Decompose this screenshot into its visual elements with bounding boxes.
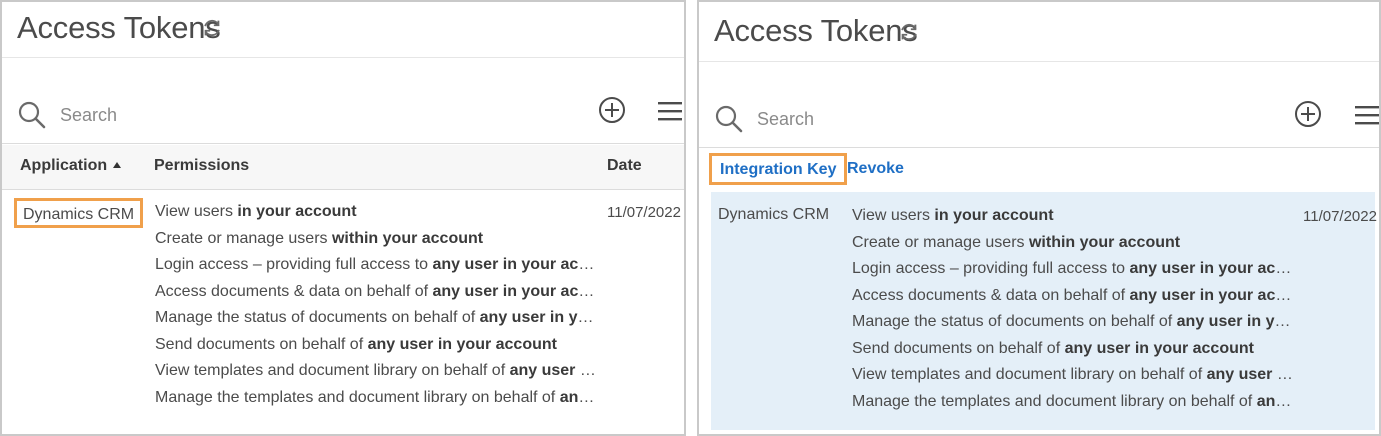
table-header: Application Permissions Date [2, 145, 684, 190]
column-header-date[interactable]: Date [607, 157, 642, 175]
permissions-list: View users in your account Create or man… [155, 199, 600, 411]
permission-item: Manage the templates and document librar… [852, 392, 1295, 410]
panel-header: Access Tokens [699, 2, 1379, 62]
permission-item: Manage the status of documents on behalf… [155, 309, 600, 326]
permission-item: Access documents & data on behalf of any… [155, 282, 600, 300]
permission-item: View users in your account [155, 203, 357, 220]
permission-item: Manage the status of documents on behalf… [852, 313, 1295, 330]
add-icon[interactable] [1294, 100, 1322, 128]
permission-item: Create or manage users within your accou… [155, 229, 484, 247]
application-name[interactable]: Dynamics CRM [718, 206, 829, 224]
sort-ascending-icon [113, 162, 122, 168]
permission-item: Login access – providing full access to … [155, 256, 600, 273]
permission-item: View templates and document library on b… [155, 362, 600, 379]
search-input[interactable] [757, 104, 1177, 134]
permission-item: Create or manage users within your accou… [852, 233, 1181, 251]
permission-item: Send documents on behalf of any user in … [155, 335, 557, 353]
refresh-icon[interactable] [201, 17, 223, 39]
page-title: Access Tokens [714, 13, 918, 48]
permission-item: Manage the templates and document librar… [155, 388, 600, 406]
search-icon [715, 105, 743, 133]
menu-icon[interactable] [1354, 104, 1380, 126]
page-title: Access Tokens [17, 10, 221, 45]
search-input[interactable] [60, 100, 480, 130]
row-action-bar: Integration Key Revoke [699, 148, 1379, 194]
access-tokens-panel-left: Access Tokens Application Permissions [0, 0, 686, 436]
search-icon [18, 101, 46, 129]
search-bar [2, 92, 684, 144]
add-icon[interactable] [598, 96, 626, 124]
permission-item: Login access – providing full access to … [852, 260, 1295, 277]
search-bar [699, 96, 1379, 148]
integration-key-button[interactable]: Integration Key [709, 153, 848, 185]
permission-item: Send documents on behalf of any user in … [852, 339, 1254, 357]
refresh-icon[interactable] [898, 21, 920, 43]
date-value: 11/07/2022 [1303, 208, 1377, 225]
panel-header: Access Tokens [2, 2, 684, 58]
permissions-list: View users in your account Create or man… [852, 203, 1295, 415]
column-header-application[interactable]: Application [20, 157, 122, 175]
table-row-selected[interactable]: Dynamics CRM View users in your account … [711, 192, 1377, 430]
permission-item: Access documents & data on behalf of any… [852, 286, 1295, 304]
date-value: 11/07/2022 [607, 204, 681, 221]
permission-item: View templates and document library on b… [852, 366, 1295, 383]
table-row[interactable]: Dynamics CRM View users in your account … [2, 190, 684, 420]
column-header-permissions[interactable]: Permissions [154, 157, 249, 175]
application-name[interactable]: Dynamics CRM [14, 198, 144, 228]
permission-item: View users in your account [852, 207, 1054, 224]
menu-icon[interactable] [657, 100, 683, 122]
access-tokens-panel-right: Access Tokens Integration Key Revoke D [697, 0, 1381, 436]
revoke-button[interactable]: Revoke [839, 153, 912, 185]
